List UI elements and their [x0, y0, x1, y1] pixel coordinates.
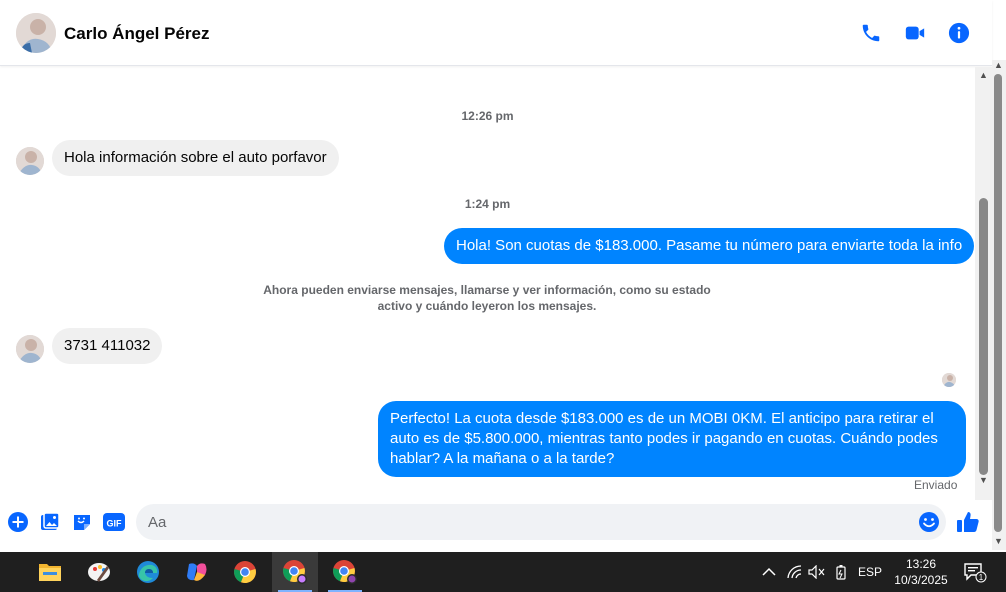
- message-composer: GIF: [0, 500, 992, 548]
- info-icon[interactable]: [947, 21, 971, 45]
- scroll-thumb[interactable]: [994, 74, 1002, 532]
- page-scrollbar[interactable]: ▲ ▼: [992, 60, 1006, 550]
- timestamp: 12:26 pm: [461, 109, 514, 123]
- edge-icon[interactable]: [125, 552, 171, 592]
- file-explorer-icon[interactable]: [27, 552, 73, 592]
- scroll-thumb[interactable]: [979, 198, 988, 475]
- gif-icon[interactable]: GIF: [102, 511, 126, 533]
- system-note-line: Ahora pueden enviarse mensajes, llamarse…: [263, 283, 711, 297]
- scroll-down-arrow-icon[interactable]: ▼: [994, 536, 1003, 546]
- message-scrollbar[interactable]: ▲ ▼: [975, 67, 992, 548]
- chevron-up-icon[interactable]: [758, 552, 780, 592]
- scroll-up-arrow-icon[interactable]: ▲: [994, 60, 1003, 70]
- message-line: auto es de $5.800.000, mientras tanto po…: [390, 430, 938, 447]
- clock-date: 10/3/2025: [894, 573, 948, 587]
- message-line: Perfecto! La cuota desde $183.000 es de …: [390, 410, 934, 427]
- taskbar-clock[interactable]: 13:26 10/3/2025: [884, 556, 958, 588]
- language-indicator[interactable]: ESP: [856, 552, 884, 592]
- chrome-profile-icon[interactable]: [272, 552, 318, 592]
- contact-avatar[interactable]: [16, 13, 56, 53]
- sender-avatar[interactable]: [16, 147, 44, 175]
- copilot-icon[interactable]: [174, 552, 220, 592]
- incoming-message[interactable]: 3731 411032: [52, 328, 163, 364]
- scroll-down-arrow-icon[interactable]: ▼: [979, 475, 988, 485]
- volume-muted-icon[interactable]: [806, 552, 828, 592]
- message-line: hablar? A la mañana o a la tarde?: [390, 450, 615, 467]
- incoming-message[interactable]: Hola información sobre el auto porfavor: [52, 140, 339, 176]
- contact-name[interactable]: Carlo Ángel Pérez: [64, 24, 210, 44]
- photo-icon[interactable]: [39, 511, 61, 533]
- notification-icon[interactable]: 1: [960, 552, 990, 592]
- message-input[interactable]: [148, 504, 908, 540]
- message-list: 12:26 pm Hola información sobre el auto …: [0, 67, 975, 497]
- clock-time: 13:26: [905, 557, 937, 571]
- system-note-line: activo y cuándo leyeron los mensajes.: [377, 299, 597, 313]
- message-status: Enviado: [914, 478, 958, 492]
- timestamp: 1:24 pm: [464, 197, 511, 211]
- seen-indicator-avatar: [942, 373, 956, 387]
- chat-header: Carlo Ángel Pérez: [0, 0, 992, 66]
- emoji-icon[interactable]: [918, 511, 940, 533]
- notification-count: 1: [979, 573, 984, 582]
- task-view-icon[interactable]: [0, 552, 12, 592]
- gif-label: GIF: [107, 519, 123, 529]
- chrome-profile-2-icon[interactable]: [322, 552, 368, 592]
- system-note: Ahora pueden enviarse mensajes, llamarse…: [262, 282, 712, 314]
- scroll-up-arrow-icon[interactable]: ▲: [979, 70, 988, 80]
- windows-taskbar: ESP 13:26 10/3/2025 1: [0, 552, 1006, 592]
- wifi-icon[interactable]: [784, 552, 806, 592]
- phone-icon[interactable]: [859, 21, 883, 45]
- outgoing-message[interactable]: Hola! Son cuotas de $183.000. Pasame tu …: [444, 228, 975, 264]
- messenger-window: Carlo Ángel Pérez 12:26 pm Hola informac…: [0, 0, 1006, 592]
- paint-icon[interactable]: [77, 552, 123, 592]
- plus-icon[interactable]: [7, 511, 29, 533]
- battery-icon[interactable]: [831, 552, 851, 592]
- chrome-icon[interactable]: [222, 552, 268, 592]
- outgoing-message[interactable]: Perfecto! La cuota desde $183.000 es de …: [378, 401, 966, 477]
- sticker-icon[interactable]: [71, 511, 93, 533]
- sender-avatar[interactable]: [16, 335, 44, 363]
- message-input-wrapper: [136, 504, 946, 540]
- video-camera-icon[interactable]: [903, 21, 927, 45]
- thumbs-up-icon[interactable]: [956, 510, 980, 534]
